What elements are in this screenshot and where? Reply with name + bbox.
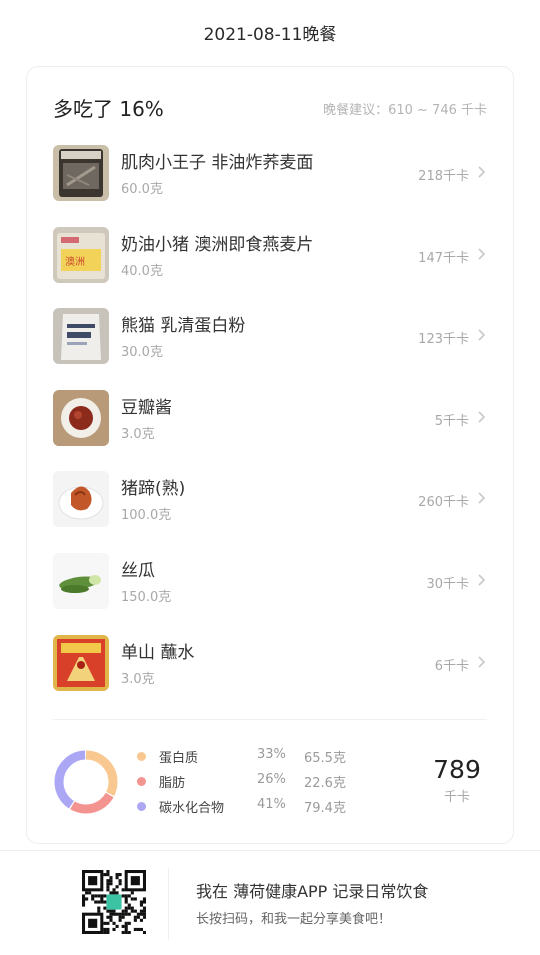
food-name: 肌肉小王子 非油炸荞麦面: [121, 153, 314, 173]
food-item[interactable]: 丝瓜 150.0克 30千卡: [53, 552, 487, 635]
app-logo-icon: [106, 894, 122, 910]
food-item[interactable]: 豆瓣酱 3.0克 5千卡: [53, 389, 487, 472]
food-item[interactable]: 猪蹄(熟) 100.0克 260千卡: [53, 471, 487, 553]
food-name: 熊猫 乳清蛋白粉: [121, 316, 246, 337]
food-item[interactable]: 单山 蘸水 3.0克 6千卡: [53, 634, 487, 717]
loofah-thumbnail: [53, 552, 109, 609]
meal-card: 多吃了 16% 晚餐建议：610 ~ 746 千卡 肌肉小王子 非油炸荞麦面 6…: [26, 66, 514, 844]
bean-paste-bowl-thumbnail: [53, 389, 109, 446]
legend-grams: 79.4克: [304, 801, 346, 816]
macro-legend: 蛋白质 33% 65.5克 脂肪 26% 22.6克 碳水化合物 41% 79.…: [135, 747, 365, 822]
svg-text:澳洲: 澳洲: [65, 255, 85, 268]
legend-percent: 41%: [257, 797, 286, 812]
food-amount: 60.0克: [121, 182, 163, 197]
whey-protein-bag-thumbnail: [53, 308, 109, 365]
food-calories: 123千卡: [418, 332, 469, 348]
legend-name: 蛋白质: [159, 751, 199, 766]
macro-donut-chart: [54, 750, 118, 814]
food-name: 豆瓣酱: [121, 397, 172, 418]
total-calories-value: 789: [433, 755, 481, 784]
food-calories: 30千卡: [426, 576, 469, 592]
chevron-right-icon: [478, 655, 486, 668]
food-item[interactable]: 肌肉小王子 非油炸荞麦面 60.0克 218千卡: [53, 145, 487, 227]
legend-row-carbs: 碳水化合物 41% 79.4克: [135, 797, 365, 822]
total-calories-unit: 千卡: [443, 790, 470, 805]
protein-color-dot: [137, 752, 146, 761]
food-amount: 150.0克: [121, 589, 172, 605]
food-name: 猪蹄(熟): [121, 479, 186, 500]
footer-divider: [0, 850, 540, 851]
qr-code[interactable]: [82, 870, 146, 934]
pig-trotter-plate-thumbnail: [53, 471, 109, 528]
page-title: 2021-08-11晚餐: [203, 25, 337, 45]
food-calories: 5千卡: [434, 413, 469, 429]
food-calories: 260千卡: [418, 495, 469, 511]
calorie-suggestion: 晚餐建议：610 ~ 746 千卡: [323, 103, 487, 118]
meal-summary-header: 多吃了 16% 晚餐建议：610 ~ 746 千卡: [53, 93, 487, 123]
food-item[interactable]: 熊猫 乳清蛋白粉 30.0克 123千卡: [53, 308, 487, 390]
legend-percent: 33%: [257, 747, 286, 762]
legend-grams: 22.6克: [304, 776, 346, 791]
carbs-color-dot: [137, 802, 146, 811]
legend-grams: 65.5克: [304, 751, 346, 766]
food-item[interactable]: 澳洲 奶油小猪 澳洲即食燕麦片 40.0克 147千卡: [53, 226, 487, 309]
food-name: 奶油小猪 澳洲即食燕麦片: [121, 234, 314, 255]
divider: [53, 719, 487, 720]
fat-color-dot: [137, 777, 146, 786]
chevron-right-icon: [478, 248, 486, 260]
legend-name: 脂肪: [159, 776, 186, 791]
food-calories: 147千卡: [418, 250, 469, 266]
food-amount: 3.0克: [121, 671, 155, 687]
food-amount: 100.0克: [121, 508, 172, 524]
food-amount: 40.0克: [121, 263, 163, 279]
food-amount: 3.0克: [121, 426, 155, 442]
chevron-right-icon: [478, 411, 486, 423]
buckwheat-noodle-package-thumbnail: [53, 145, 109, 201]
food-calories: 218千卡: [418, 169, 469, 184]
legend-name: 碳水化合物: [159, 801, 225, 816]
total-calories: 789 千卡: [427, 755, 487, 805]
food-amount: 30.0克: [121, 345, 163, 361]
oatmeal-package-thumbnail: 澳洲: [53, 226, 109, 283]
chevron-right-icon: [478, 574, 486, 586]
food-calories: 6千卡: [434, 658, 469, 674]
legend-row-fat: 脂肪 26% 22.6克: [135, 772, 365, 797]
legend-percent: 26%: [257, 772, 286, 787]
vertical-divider: [168, 868, 169, 940]
calorie-over-text: 多吃了 16%: [53, 97, 164, 121]
food-list: 肌肉小王子 非油炸荞麦面 60.0克 218千卡 澳洲 奶油小猪 澳洲即食燕麦片…: [53, 145, 487, 716]
legend-row-protein: 蛋白质 33% 65.5克: [135, 747, 365, 772]
food-name: 丝瓜: [121, 560, 155, 581]
chevron-right-icon: [478, 492, 486, 504]
chili-dip-package-thumbnail: [53, 634, 109, 691]
food-name: 单山 蘸水: [121, 642, 195, 663]
promo-subtitle: 长按扫码，和我一起分享美食吧！: [196, 912, 392, 927]
chevron-right-icon: [478, 329, 486, 341]
chevron-right-icon: [478, 166, 486, 178]
promo-title: 我在 薄荷健康APP 记录日常饮食: [196, 882, 429, 901]
